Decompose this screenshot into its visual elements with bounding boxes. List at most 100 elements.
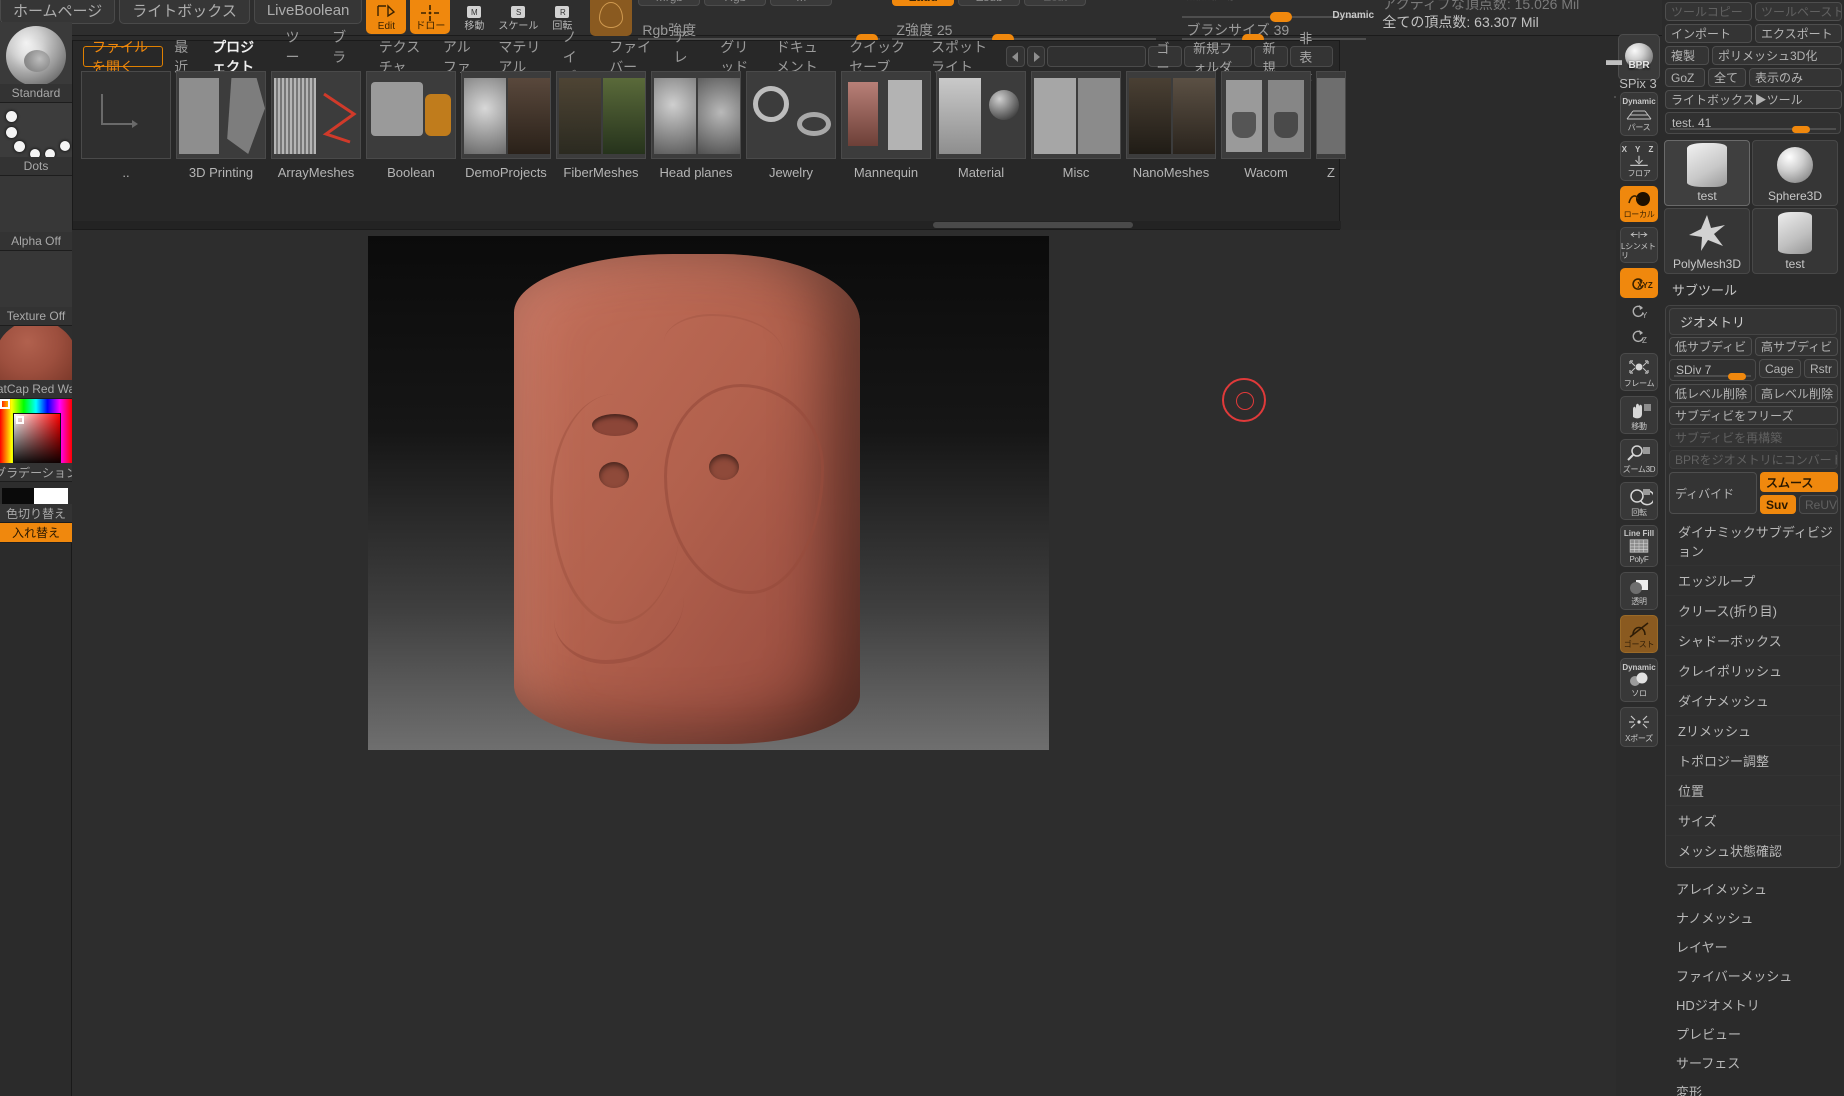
section-shadowbox[interactable]: シャドーボックス bbox=[1666, 626, 1840, 656]
pan-button[interactable]: 移動 bbox=[1620, 396, 1658, 434]
sdiv-knob[interactable] bbox=[1728, 373, 1746, 380]
palette-fibermesh[interactable]: ファイバーメッシュ bbox=[1662, 961, 1844, 990]
del-higher-button[interactable]: 高レベル削除 bbox=[1755, 384, 1838, 403]
move-button[interactable]: M 移動 bbox=[454, 0, 494, 34]
tool-slider[interactable]: test. 41 bbox=[1665, 112, 1841, 134]
lower-subdiv-button[interactable]: 低サブディビ bbox=[1669, 337, 1752, 356]
lightbox-minimize-button[interactable]: ▬ bbox=[1606, 52, 1622, 70]
sdiv-slider[interactable]: SDiv 7 bbox=[1669, 359, 1756, 381]
list-item[interactable]: Mannequin bbox=[841, 71, 931, 221]
zoom3d-button[interactable]: ズーム3D bbox=[1620, 439, 1658, 477]
menu-homepage[interactable]: ホームページ bbox=[0, 0, 116, 24]
del-lower-button[interactable]: 低レベル削除 bbox=[1669, 384, 1752, 403]
lightbox-tab-fiber[interactable]: ファイバー bbox=[600, 39, 662, 75]
make-polymesh3d-button[interactable]: ポリメッシュ3D化 bbox=[1712, 46, 1842, 65]
lightbox-back-button[interactable] bbox=[1006, 46, 1025, 67]
list-item[interactable]: Head planes bbox=[651, 71, 741, 221]
list-item[interactable]: ArrayMeshes bbox=[271, 71, 361, 221]
sidebar-item-alpha[interactable]: Alpha Off bbox=[0, 176, 72, 251]
scale-button[interactable]: S スケール bbox=[498, 0, 538, 34]
sv-cursor[interactable] bbox=[16, 416, 24, 424]
list-item[interactable]: NanoMeshes bbox=[1126, 71, 1216, 221]
lightbox-tab-document[interactable]: ドキュメント bbox=[767, 39, 838, 75]
lightbox-tab-alpha[interactable]: アルファ bbox=[434, 39, 488, 75]
palette-surface[interactable]: サーフェス bbox=[1662, 1048, 1844, 1077]
lightbox-scrollbar-thumb[interactable] bbox=[933, 222, 1133, 228]
palette-layers[interactable]: レイヤー bbox=[1662, 932, 1844, 961]
sidebar-item-brush[interactable]: Standard bbox=[0, 22, 72, 103]
list-item[interactable]: 3D Printing bbox=[176, 71, 266, 221]
list-item[interactable]: DemoProjects bbox=[461, 71, 551, 221]
tool-slider-knob[interactable] bbox=[1792, 126, 1810, 133]
swap-color-button[interactable]: 入れ替え bbox=[0, 523, 72, 543]
section-position[interactable]: 位置 bbox=[1666, 776, 1840, 806]
sidebar-item-swatches[interactable]: 色切り替え bbox=[0, 482, 72, 523]
xpose-button[interactable]: Xポーズ bbox=[1620, 707, 1658, 747]
local-button[interactable]: ローカル bbox=[1620, 186, 1658, 222]
saturation-value-box[interactable] bbox=[13, 413, 61, 467]
lightbox-go-button[interactable]: ゴー bbox=[1147, 41, 1183, 75]
lightbox-tab-material[interactable]: マテリアル bbox=[489, 39, 551, 75]
bpr-render-button[interactable]: BPR bbox=[1618, 34, 1660, 80]
lightbox-tab-brush[interactable]: ブラシ bbox=[323, 29, 368, 85]
viewport[interactable] bbox=[72, 230, 1642, 1096]
rotate-z-button[interactable]: Z bbox=[1620, 328, 1658, 346]
palette-hdgeometry[interactable]: HDジオメトリ bbox=[1662, 990, 1844, 1019]
tool-item-sphere3d[interactable]: Sphere3D bbox=[1752, 140, 1838, 206]
polyframe-button[interactable]: Line Fill PolyF bbox=[1620, 525, 1658, 567]
solo-button[interactable]: Dynamic ソロ bbox=[1620, 658, 1658, 702]
section-dynamic-subdivision[interactable]: ダイナミックサブディビジョン bbox=[1666, 517, 1840, 566]
lightbox-tab-quicksave[interactable]: クイックセーブ bbox=[840, 39, 920, 75]
visible-only-button[interactable]: 表示のみ bbox=[1749, 68, 1842, 87]
list-item[interactable]: Z bbox=[1316, 71, 1346, 221]
divide-button[interactable]: ディバイド bbox=[1669, 472, 1757, 514]
smooth-button[interactable]: スムース bbox=[1759, 472, 1838, 492]
lightbox-open-button[interactable]: ファイルを開く bbox=[83, 39, 164, 75]
lightbox-forward-button[interactable] bbox=[1026, 46, 1046, 67]
section-dynamesh[interactable]: ダイナメッシュ bbox=[1666, 686, 1840, 716]
freeze-subdiv-button[interactable]: サブディビをフリーズ bbox=[1669, 406, 1838, 425]
subtool-header[interactable]: サブツール bbox=[1662, 276, 1844, 303]
geometry-header[interactable]: ジオメトリ bbox=[1669, 308, 1837, 335]
lightbox-new-folder-button[interactable]: 新規フォルダ bbox=[1184, 41, 1252, 75]
edit-mode-button[interactable]: Edit bbox=[366, 0, 407, 34]
lightbox-path-field[interactable] bbox=[1047, 46, 1146, 67]
sidebar-item-stroke[interactable]: Dots bbox=[0, 103, 72, 176]
menu-lightbox[interactable]: ライトボックス bbox=[119, 0, 250, 24]
sidebar-item-texture[interactable]: Texture Off bbox=[0, 251, 72, 326]
mrgb-button[interactable]: Mrgb bbox=[638, 0, 701, 6]
list-item[interactable]: Misc bbox=[1031, 71, 1121, 221]
sculpted-mesh[interactable] bbox=[514, 254, 860, 744]
palette-preview[interactable]: プレビュー bbox=[1662, 1019, 1844, 1048]
sidebar-item-color[interactable]: グラデーション bbox=[0, 399, 72, 482]
list-item[interactable]: FiberMeshes bbox=[556, 71, 646, 221]
palette-nanomesh[interactable]: ナノメッシュ bbox=[1662, 903, 1844, 932]
tool-item-polymesh3d[interactable]: PolyMesh3D bbox=[1664, 208, 1750, 274]
lightbox-scrollbar[interactable] bbox=[73, 221, 1341, 229]
lightbox-tab-spotlight[interactable]: スポットライト bbox=[922, 39, 1002, 75]
rgb-button[interactable]: Rgb bbox=[704, 0, 767, 6]
lightbox-tab-tool[interactable]: ツール bbox=[276, 29, 321, 85]
palette-deformation[interactable]: 変形 bbox=[1662, 1077, 1844, 1096]
section-crease[interactable]: クリース(折り目) bbox=[1666, 596, 1840, 626]
section-claypolish[interactable]: クレイポリッシュ bbox=[1666, 656, 1840, 686]
tool-copy-button[interactable]: ツールコピー bbox=[1665, 2, 1752, 21]
list-item[interactable]: Jewelry bbox=[746, 71, 836, 221]
lightbox-new-button[interactable]: 新規 bbox=[1253, 41, 1289, 75]
rotate-view-button[interactable]: 回転 bbox=[1620, 482, 1658, 520]
tool-paste-button[interactable]: ツールペースト bbox=[1755, 2, 1842, 21]
lightbox-hide-button[interactable]: 非表示 bbox=[1290, 31, 1333, 84]
sidebar-item-material[interactable]: atCap Red Wa bbox=[0, 326, 72, 399]
tool-item-test[interactable]: test bbox=[1664, 140, 1750, 206]
higher-subdiv-button[interactable]: 高サブディビ bbox=[1755, 337, 1838, 356]
suv-button[interactable]: Suv bbox=[1759, 495, 1796, 514]
transparency-button[interactable]: 透明 bbox=[1620, 572, 1658, 610]
symmetry-button[interactable]: Lシンメトリ bbox=[1620, 227, 1658, 263]
lightbox-tab-recent[interactable]: 最近 bbox=[165, 39, 201, 75]
lightbox-tab-grid[interactable]: グリッド bbox=[711, 39, 765, 75]
xyz-button[interactable]: XYZ bbox=[1620, 268, 1658, 298]
palette-arraymesh[interactable]: アレイメッシュ bbox=[1662, 874, 1844, 903]
lightbox-tool-button[interactable]: ライトボックス▶ツール bbox=[1665, 90, 1842, 109]
clone-button[interactable]: 複製 bbox=[1665, 46, 1709, 65]
lightbox-tab-array[interactable]: アレイ bbox=[665, 29, 710, 85]
